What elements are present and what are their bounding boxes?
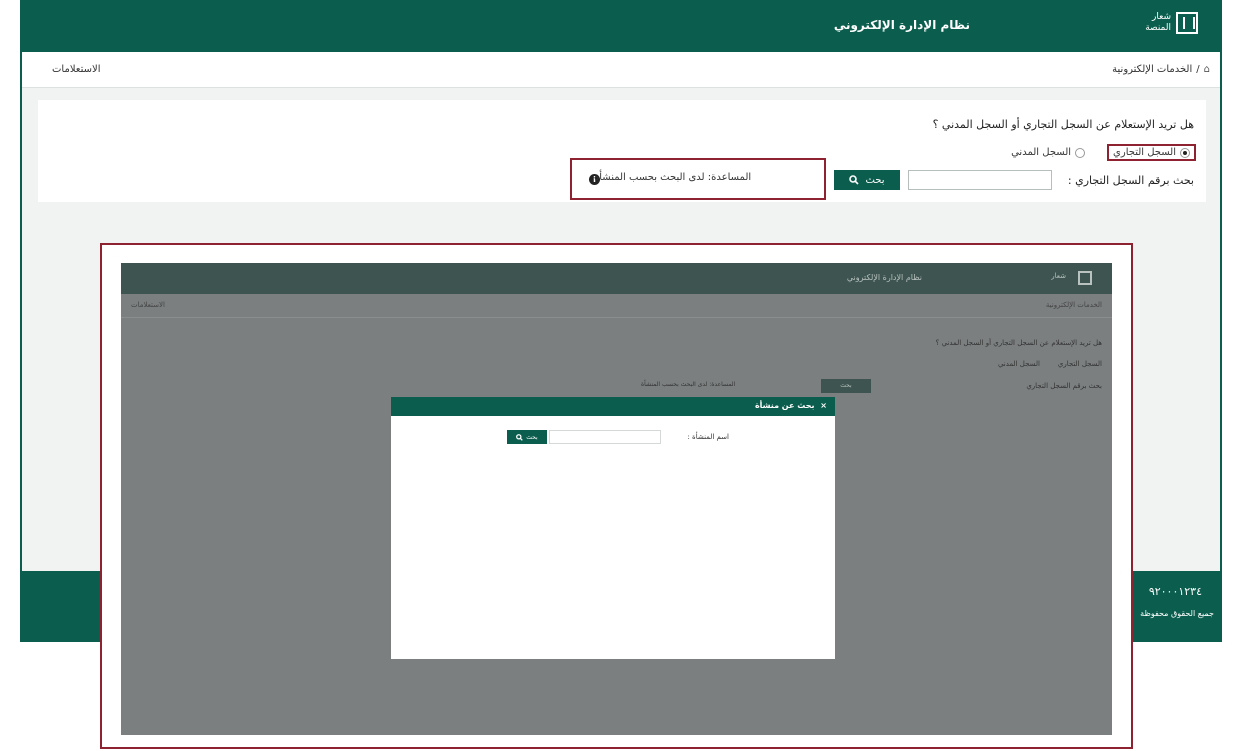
- radio-commercial-record[interactable]: السجل التجاري: [1107, 144, 1196, 161]
- mini-inquiries-link: الاستعلامات: [131, 301, 165, 309]
- home-icon[interactable]: ⌂: [1204, 64, 1210, 75]
- help-highlight-box: i المساعدة: لدى البحث بحسب المنشأة: [570, 158, 826, 200]
- mini-logo-text: شعار: [1051, 272, 1066, 280]
- radio-dot-unchecked[interactable]: [1075, 147, 1086, 158]
- mini-search-label: بحث برقم السجل التجاري: [1026, 382, 1102, 390]
- modal-screenshot: شعار نظام الإدارة الإلكتروني الخدمات الإ…: [121, 263, 1112, 735]
- mini-radio-civil: السجل المدني: [997, 360, 1040, 368]
- logo-line-1: شعار: [1152, 12, 1171, 22]
- mini-question: هل تريد الإستعلام عن السجل التجاري أو ال…: [935, 339, 1102, 347]
- commercial-record-input[interactable]: [908, 170, 1052, 190]
- inquiries-link[interactable]: الاستعلامات: [52, 64, 101, 75]
- mini-building-icon: [1078, 271, 1092, 285]
- establishment-name-input[interactable]: [549, 430, 661, 444]
- radio-dot-checked[interactable]: [1180, 147, 1190, 158]
- breadcrumb: ⌂ / الخدمات الإلكترونية: [1112, 64, 1210, 75]
- logo-line-2: المنصة: [1145, 23, 1171, 33]
- radio-civil-record[interactable]: السجل المدني: [1011, 147, 1086, 158]
- mini-breadcrumb-bar: الخدمات الإلكترونية الاستعلامات: [121, 294, 1112, 318]
- mini-help-text: المساعدة: لدى البحث بحسب المنشأة: [641, 381, 736, 388]
- establishment-search-modal: × بحث عن منشأة اسم المنشأة : بحث: [391, 397, 835, 659]
- establishment-name-label: اسم المنشأة :: [687, 433, 729, 441]
- search-label: بحث برقم السجل التجاري :: [1067, 174, 1194, 187]
- search-button-label: بحث: [865, 174, 885, 186]
- search-icon: [849, 175, 860, 185]
- modal-search-button-label: بحث: [526, 433, 538, 441]
- modal-search-button[interactable]: بحث: [507, 430, 547, 444]
- record-type-radios: السجل التجاري السجل المدني: [1011, 144, 1196, 161]
- building-icon: [1176, 12, 1198, 34]
- breadcrumb-bar: ⌂ / الخدمات الإلكترونية الاستعلامات: [22, 52, 1220, 88]
- search-button[interactable]: بحث: [834, 170, 900, 190]
- logo-text: شعار المنصة: [1145, 12, 1171, 34]
- mini-top-bar: شعار نظام الإدارة الإلكتروني: [121, 263, 1112, 294]
- stage: شعار المنصة نظام الإدارة الإلكتروني ⌂ / …: [0, 0, 1237, 751]
- breadcrumb-separator: /: [1196, 64, 1200, 75]
- page-title: نظام الإدارة الإلكتروني: [833, 18, 970, 32]
- modal-title-text: بحث عن منشأة: [754, 401, 815, 410]
- footer-phone: ٩٢٠٠٠١٢٣٤: [1148, 585, 1202, 598]
- help-text[interactable]: المساعدة: لدى البحث بحسب المنشأة: [594, 172, 751, 183]
- mini-radios: السجل التجاري السجل المدني: [998, 360, 1102, 368]
- modal-header: × بحث عن منشأة: [391, 397, 835, 416]
- inquiry-form-card: هل تريد الإستعلام عن السجل التجاري أو ال…: [38, 100, 1206, 202]
- modal-title: × بحث عن منشأة: [755, 401, 827, 410]
- mini-radio-commercial: السجل التجاري: [1057, 360, 1102, 368]
- inquiry-question: هل تريد الإستعلام عن السجل التجاري أو ال…: [932, 118, 1194, 131]
- platform-logo[interactable]: شعار المنصة: [1145, 12, 1198, 34]
- search-icon: [516, 433, 524, 441]
- close-icon[interactable]: ×: [820, 401, 827, 410]
- mini-breadcrumb: الخدمات الإلكترونية: [1045, 301, 1102, 309]
- mini-search-button: بحث: [821, 379, 871, 393]
- radio-label-civil: السجل المدني: [1011, 147, 1072, 158]
- mini-page-title: نظام الإدارة الإلكتروني: [846, 273, 922, 282]
- breadcrumb-item[interactable]: الخدمات الإلكترونية: [1112, 64, 1192, 75]
- radio-label-commercial: السجل التجاري: [1113, 147, 1176, 158]
- footer-note: جميع الحقوق محفوظة: [1140, 609, 1214, 618]
- top-navigation-bar: شعار المنصة نظام الإدارة الإلكتروني: [22, 0, 1220, 52]
